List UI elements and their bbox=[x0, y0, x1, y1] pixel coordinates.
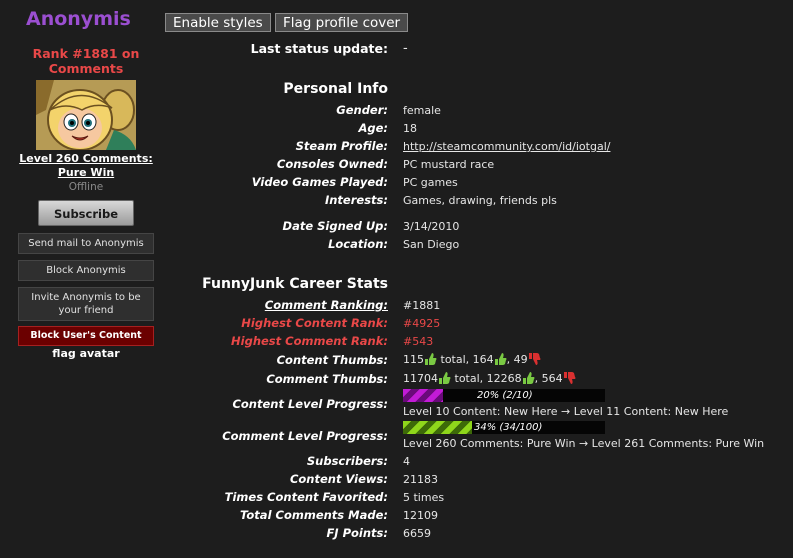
subscribers-value: 4 bbox=[403, 455, 410, 468]
total-comments-value: 12109 bbox=[403, 509, 438, 522]
comment-thumbs-up: 12268 bbox=[486, 372, 522, 385]
comment-progress-text: 34% (34/100) bbox=[474, 422, 543, 433]
signed-up-label: Date Signed Up: bbox=[282, 219, 388, 233]
career-stats-heading: FunnyJunk Career Stats bbox=[202, 276, 388, 292]
content-progress-label: Content Level Progress: bbox=[232, 397, 388, 411]
content-views-value: 21183 bbox=[403, 473, 438, 486]
favorited-label: Times Content Favorited: bbox=[224, 490, 388, 504]
content-progress-bar: 20% (2/10) bbox=[403, 389, 605, 402]
content-views-label: Content Views: bbox=[289, 472, 388, 486]
subscribers-label: Subscribers: bbox=[306, 454, 388, 468]
enable-styles-button[interactable]: Enable styles bbox=[165, 13, 271, 32]
content-thumbs-value: 115 total, 164, 49 bbox=[403, 353, 541, 368]
consoles-label: Consoles Owned: bbox=[276, 157, 388, 171]
comment-thumbs-total: 11704 bbox=[403, 372, 438, 385]
steam-link[interactable]: http://steamcommunity.com/id/iotgal/ bbox=[403, 140, 610, 153]
online-status: Offline bbox=[68, 181, 104, 193]
comment-thumbs-label: Comment Thumbs: bbox=[266, 372, 388, 386]
thumbs-up-icon bbox=[494, 353, 507, 368]
thumbs-up-icon bbox=[424, 353, 437, 368]
subscribe-button[interactable]: Subscribe bbox=[38, 200, 134, 226]
thumbs-up-icon bbox=[522, 372, 535, 387]
age-label: Age: bbox=[358, 121, 388, 135]
thumbs-down-icon bbox=[563, 372, 576, 387]
steam-label: Steam Profile: bbox=[295, 139, 388, 153]
status-label: Last status update: bbox=[250, 41, 388, 56]
block-user-button[interactable]: Block Anonymis bbox=[18, 260, 154, 281]
invite-friend-button[interactable]: Invite Anonymis to be your friend bbox=[18, 287, 154, 321]
comment-progress-label: Comment Level Progress: bbox=[222, 429, 388, 443]
content-thumbs-total: 115 bbox=[403, 353, 424, 366]
comment-thumbs-total-word: total, bbox=[454, 372, 484, 385]
level-link[interactable]: Level 260 Comments: Pure Win bbox=[12, 152, 160, 180]
comment-ranking-value: #1881 bbox=[403, 299, 441, 312]
comment-thumbs-value: 11704 total, 12268, 564 bbox=[403, 372, 576, 387]
rank-text: Rank #1881 on Comments bbox=[32, 46, 140, 76]
content-thumbs-total-word: total, bbox=[440, 353, 470, 366]
interests-value: Games, drawing, friends pls bbox=[403, 194, 557, 207]
send-mail-button[interactable]: Send mail to Anonymis bbox=[18, 233, 154, 254]
avatar bbox=[36, 80, 136, 150]
comment-ranking-link[interactable]: Comment Ranking: bbox=[148, 298, 388, 312]
comment-progress-fill bbox=[403, 421, 472, 434]
age-value: 18 bbox=[403, 122, 417, 135]
consoles-value: PC mustard race bbox=[403, 158, 495, 171]
comment-level-text: Level 260 Comments: Pure Win → Level 261… bbox=[403, 437, 765, 450]
avatar-image bbox=[36, 80, 136, 150]
comment-thumbs-down: 564 bbox=[541, 372, 563, 385]
flag-profile-cover-button[interactable]: Flag profile cover bbox=[275, 13, 409, 32]
games-value: PC games bbox=[403, 176, 458, 189]
username-title: Anonymis bbox=[26, 8, 131, 30]
favorited-value: 5 times bbox=[403, 491, 445, 504]
personal-info-heading: Personal Info bbox=[283, 81, 388, 97]
fj-points-label: FJ Points: bbox=[326, 526, 388, 540]
interests-label: Interests: bbox=[324, 193, 388, 207]
thumbs-up-icon bbox=[438, 372, 451, 387]
content-thumbs-label: Content Thumbs: bbox=[276, 353, 388, 367]
signed-up-value: 3/14/2010 bbox=[403, 220, 460, 233]
thumbs-down-icon bbox=[528, 353, 541, 368]
content-progress-text: 20% (2/10) bbox=[477, 390, 533, 401]
block-content-button[interactable]: Block User's Content bbox=[18, 326, 154, 346]
gender-value: female bbox=[403, 104, 441, 117]
content-progress-fill bbox=[403, 389, 443, 402]
games-label: Video Games Played: bbox=[251, 175, 388, 189]
comment-progress-bar: 34% (34/100) bbox=[403, 421, 605, 434]
location-label: Location: bbox=[328, 237, 388, 251]
content-thumbs-up: 164 bbox=[472, 353, 494, 366]
highest-comment-rank-value: #543 bbox=[403, 335, 434, 348]
location-value: San Diego bbox=[403, 238, 460, 251]
status-value: - bbox=[403, 41, 408, 56]
content-thumbs-down: 49 bbox=[513, 353, 528, 366]
total-comments-label: Total Comments Made: bbox=[240, 508, 388, 522]
fj-points-value: 6659 bbox=[403, 527, 431, 540]
gender-label: Gender: bbox=[336, 103, 388, 117]
flag-avatar-link[interactable]: flag avatar bbox=[18, 347, 154, 360]
content-level-text: Level 10 Content: New Here → Level 11 Co… bbox=[403, 405, 729, 418]
highest-content-rank-value: #4925 bbox=[403, 317, 441, 330]
highest-comment-rank-label: Highest Comment Rank: bbox=[231, 334, 388, 348]
highest-content-rank-label: Highest Content Rank: bbox=[241, 316, 388, 330]
